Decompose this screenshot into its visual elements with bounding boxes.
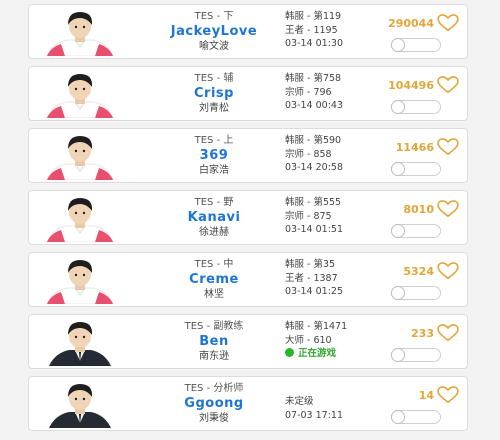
tier-score: 宗师 - 796 (285, 86, 332, 98)
toggle-knob (391, 162, 405, 176)
player-real-name: 喻文波 (199, 41, 229, 52)
like-control[interactable]: 5324 (403, 262, 459, 280)
player-nickname[interactable]: JackeyLove (139, 23, 289, 40)
rank-info: 韩服 - 第119 王者 - 1195 03-14 01:30 (285, 10, 375, 51)
player-nickname[interactable]: Ggoong (139, 395, 289, 412)
toggle-knob (391, 286, 405, 300)
heart-icon[interactable] (437, 138, 459, 156)
follow-toggle[interactable] (391, 100, 441, 114)
player-card[interactable]: TES - 中 Creme 林坚 韩服 - 第35 王者 - 1387 03-14 01:… (28, 252, 468, 307)
like-count: 11466 (395, 140, 434, 154)
rank-info: 韩服 - 第35 王者 - 1387 03-14 01:25 (285, 258, 375, 299)
player-card[interactable]: TES - 野 Kanavi 徐进赫 韩服 - 第555 宗师 - 875 03-14 0… (28, 190, 468, 245)
last-played-time: 03-14 01:51 (285, 224, 344, 235)
heart-icon[interactable] (437, 200, 459, 218)
toggle-knob (391, 410, 405, 424)
like-count: 14 (418, 388, 434, 402)
toggle-knob (391, 348, 405, 362)
tier-score: 王者 - 1195 (285, 24, 338, 36)
server-rank: 韩服 - 第590 (285, 135, 342, 146)
live-dot-icon (285, 348, 294, 357)
like-control[interactable]: 8010 (403, 200, 459, 218)
like-control[interactable]: 290044 (388, 14, 459, 32)
toggle-knob (391, 224, 405, 238)
team-role: TES - 副教练 (184, 321, 244, 332)
server-rank: 韩服 - 第1471 (285, 321, 348, 332)
like-control[interactable]: 14 (419, 386, 459, 404)
player-real-name: 刘秉俊 (199, 413, 229, 424)
server-rank: 韩服 - 第35 (285, 259, 336, 270)
player-card[interactable]: TES - 分析师 Ggoong 刘秉俊 未定级 07-03 17:11 14 (28, 376, 468, 431)
player-card[interactable]: TES - 下 JackeyLove 喻文波 韩服 - 第119 王者 - 1195 03… (28, 4, 468, 59)
last-played-time: 03-14 01:25 (285, 286, 344, 297)
player-real-name: 刘青松 (199, 103, 229, 114)
player-real-name: 林坚 (204, 289, 224, 300)
like-count: 290044 (388, 16, 434, 30)
like-count: 5324 (403, 264, 434, 278)
follow-toggle[interactable] (391, 348, 441, 362)
server-rank: 韩服 - 第758 (285, 73, 342, 84)
rank-info: 韩服 - 第555 宗师 - 875 03-14 01:51 (285, 196, 375, 237)
player-real-name: 白家浩 (199, 165, 229, 176)
like-count: 8010 (403, 202, 434, 216)
last-played-time: 03-14 01:30 (285, 38, 344, 49)
heart-icon[interactable] (437, 324, 459, 342)
player-real-name: 南东逊 (199, 351, 229, 362)
tier-score: 大师 - 610 (285, 334, 332, 346)
rank-info: 韩服 - 第590 宗师 - 858 03-14 20:58 (285, 134, 375, 175)
tier-score: 宗师 - 858 (285, 148, 332, 160)
last-played-time: 07-03 17:11 (285, 409, 344, 421)
player-avatar[interactable] (41, 195, 119, 242)
player-nickname[interactable]: Ben (139, 333, 289, 350)
toggle-knob (391, 38, 405, 52)
player-avatar[interactable] (41, 257, 119, 304)
player-nickname[interactable]: 369 (139, 147, 289, 164)
player-card[interactable]: TES - 上 369 白家浩 韩服 - 第590 宗师 - 858 03-14 20:5… (28, 128, 468, 183)
follow-toggle[interactable] (391, 410, 441, 424)
player-avatar[interactable] (41, 133, 119, 180)
player-card[interactable]: TES - 副教练 Ben 南东逊 韩服 - 第1471 大师 - 610 正在游戏 233 (28, 314, 468, 369)
team-role: TES - 上 (194, 135, 234, 146)
team-role: TES - 辅 (194, 73, 234, 84)
like-control[interactable]: 11466 (396, 138, 459, 156)
toggle-knob (391, 100, 405, 114)
tier-score: 王者 - 1387 (285, 272, 338, 284)
like-control[interactable]: 104496 (388, 76, 459, 94)
heart-icon[interactable] (437, 76, 459, 94)
heart-icon[interactable] (437, 14, 459, 32)
player-nickname[interactable]: Creme (139, 271, 289, 288)
player-avatar[interactable] (41, 319, 119, 366)
player-avatar[interactable] (41, 9, 119, 56)
server-rank: 韩服 - 第555 (285, 197, 342, 208)
rank-info: 韩服 - 第758 宗师 - 796 03-14 00:43 (285, 72, 375, 113)
player-avatar[interactable] (41, 381, 119, 428)
last-played-time: 03-14 20:58 (285, 162, 344, 173)
server-rank: 未定级 (285, 396, 314, 407)
team-role: TES - 下 (194, 11, 234, 22)
server-rank: 韩服 - 第119 (285, 11, 342, 22)
heart-icon[interactable] (437, 386, 459, 404)
player-nickname[interactable]: Crisp (139, 85, 289, 102)
like-count: 104496 (388, 78, 434, 92)
last-played-time: 03-14 00:43 (285, 100, 344, 111)
player-real-name: 徐进赫 (199, 227, 229, 238)
tier-score: 宗师 - 875 (285, 210, 332, 222)
like-control[interactable]: 233 (411, 324, 459, 342)
follow-toggle[interactable] (391, 38, 441, 52)
player-avatar[interactable] (41, 71, 119, 118)
live-status: 正在游戏 (285, 347, 375, 361)
heart-icon[interactable] (437, 262, 459, 280)
follow-toggle[interactable] (391, 286, 441, 300)
player-card[interactable]: TES - 辅 Crisp 刘青松 韩服 - 第758 宗师 - 796 03-14 00… (28, 66, 468, 121)
rank-info: 韩服 - 第1471 大师 - 610 正在游戏 (285, 320, 375, 361)
rank-info: 未定级 07-03 17:11 (285, 382, 375, 422)
follow-toggle[interactable] (391, 162, 441, 176)
team-role: TES - 中 (194, 259, 234, 270)
team-role: TES - 分析师 (184, 383, 244, 394)
team-role: TES - 野 (194, 197, 234, 208)
like-count: 233 (411, 326, 434, 340)
player-nickname[interactable]: Kanavi (139, 209, 289, 226)
follow-toggle[interactable] (391, 224, 441, 238)
